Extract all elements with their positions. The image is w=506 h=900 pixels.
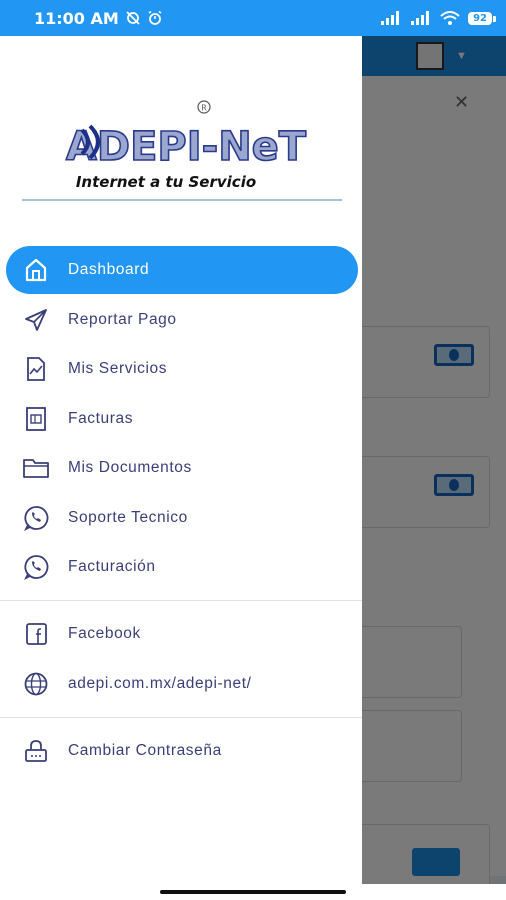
whatsapp-icon <box>22 553 50 581</box>
wifi-icon <box>440 10 460 25</box>
brand-logo: ADEPI-NeT R Internet a tu Servicio <box>65 100 308 191</box>
menu-item-cambiar-contrasena[interactable]: Cambiar Contraseña <box>6 727 358 775</box>
logo-divider <box>22 199 342 201</box>
folder-icon <box>22 454 50 482</box>
menu-item-label: Reportar Pago <box>68 311 177 328</box>
send-icon <box>22 306 50 334</box>
gesture-handle[interactable] <box>160 890 346 894</box>
menu-item-mis-servicios[interactable]: Mis Servicios <box>6 345 358 393</box>
svg-text:ADEPI-NeT: ADEPI-NeT <box>66 124 307 170</box>
chart-document-icon <box>22 355 50 383</box>
menu-item-website[interactable]: adepi.com.mx/adepi-net/ <box>6 660 358 708</box>
invoice-icon <box>22 405 50 433</box>
status-time: 11:00 AM <box>34 8 119 28</box>
menu-item-label: Facturación <box>68 558 156 575</box>
menu-item-label: Facebook <box>68 625 141 642</box>
menu-item-label: Mis Servicios <box>68 360 168 377</box>
svg-text:Internet a tu Servicio: Internet a tu Servicio <box>76 173 256 191</box>
menu-item-reportar-pago[interactable]: Reportar Pago <box>6 296 358 344</box>
globe-icon <box>22 670 50 698</box>
menu-item-facebook[interactable]: Facebook <box>6 610 358 658</box>
whatsapp-icon <box>22 504 50 532</box>
menu-item-facturas[interactable]: Facturas <box>6 395 358 443</box>
menu-item-soporte-tecnico[interactable]: Soporte Tecnico <box>6 494 358 542</box>
menu-item-label: Facturas <box>68 410 134 427</box>
signal-icon-2 <box>411 11 430 25</box>
sync-off-icon <box>126 11 140 25</box>
menu-item-mis-documentos[interactable]: Mis Documentos <box>6 444 358 492</box>
menu-item-label: adepi.com.mx/adepi-net/ <box>68 675 252 692</box>
facebook-icon <box>22 620 50 648</box>
signal-icon <box>381 11 400 25</box>
alarm-icon <box>148 10 162 25</box>
menu-item-facturacion[interactable]: Facturación <box>6 543 358 591</box>
menu-divider <box>0 600 362 601</box>
home-icon <box>22 256 50 284</box>
battery-level: 92 <box>468 11 496 25</box>
lock-icon <box>22 737 50 765</box>
menu-item-label: Mis Documentos <box>68 459 192 476</box>
menu-item-label: Cambiar Contraseña <box>68 742 222 759</box>
menu-divider <box>0 717 362 718</box>
menu-item-label: Soporte Tecnico <box>68 509 188 526</box>
navigation-drawer: ADEPI-NeT R Internet a tu Servicio Dashb… <box>0 36 362 890</box>
menu-item-dashboard[interactable]: Dashboard <box>6 246 358 294</box>
status-bar: 11:00 AM 92 <box>0 0 506 36</box>
menu-item-label: Dashboard <box>68 261 150 278</box>
svg-text:R: R <box>201 104 207 113</box>
